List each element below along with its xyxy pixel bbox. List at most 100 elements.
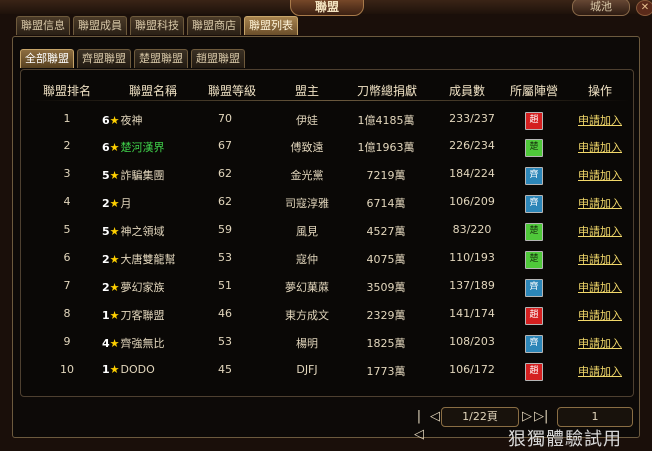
donation-cell: 4527萬 [366, 225, 406, 238]
join-link[interactable]: 申請加入 [570, 167, 630, 183]
faction-badge-icon: 楚 [525, 223, 543, 241]
header-divider [30, 100, 630, 101]
faction-badge-icon: 齊 [525, 195, 543, 213]
table-row: 3 5★詐騙集團 62 金光黨 7219萬 184/224 齊 申請加入 [22, 161, 632, 187]
donation-cell: 7219萬 [366, 169, 406, 182]
alliance-star-level: 1 [102, 309, 110, 322]
rank-cell: 10 [60, 363, 74, 376]
star-icon: ★ [109, 225, 120, 238]
name-cell: 6★夜神 [102, 112, 202, 128]
join-link[interactable]: 申請加入 [570, 363, 630, 379]
window-title: 聯盟 [290, 0, 364, 16]
join-link[interactable]: 申請加入 [570, 335, 630, 351]
star-icon: ★ [109, 169, 120, 182]
main-tabs: 聯盟信息 聯盟成員 聯盟科技 聯盟商店 聯盟列表 [16, 16, 298, 36]
join-link[interactable]: 申請加入 [570, 307, 630, 323]
alliance-name: 楚河漢界 [120, 141, 165, 154]
rank-cell: 3 [63, 167, 71, 180]
table-row: 9 4★齊強無比 53 楊明 1825萬 108/203 齊 申請加入 [22, 329, 632, 355]
members-cell: 83/220 [452, 223, 492, 236]
star-icon: ★ [109, 337, 120, 350]
rank-cell: 5 [63, 223, 71, 236]
leader-cell: 金光黨 [290, 169, 324, 182]
alliance-name: 齊強無比 [120, 337, 165, 350]
donation-cell: 4075萬 [366, 253, 406, 266]
level-cell: 53 [218, 251, 232, 264]
tab-alliance-members[interactable]: 聯盟成員 [73, 16, 127, 35]
table-row: 8 1★刀客聯盟 46 東方成文 2329萬 141/174 趙 申請加入 [22, 301, 632, 327]
faction-cell: 楚 [519, 223, 549, 241]
alliance-star-level: 6 [102, 141, 110, 154]
city-button[interactable]: 城池 [572, 0, 630, 16]
faction-badge-icon: 趙 [525, 112, 543, 130]
faction-badge-icon: 楚 [525, 139, 543, 157]
members-cell: 233/237 [449, 112, 495, 125]
alliance-star-level: 5 [102, 169, 110, 182]
rank-cell: 7 [63, 279, 71, 292]
page-number-input[interactable]: 1 [557, 407, 633, 427]
faction-badge-icon: 齊 [525, 279, 543, 297]
alliance-name: 詐騙集團 [120, 169, 165, 182]
faction-cell: 趙 [519, 112, 549, 130]
faction-cell: 趙 [519, 307, 549, 325]
first-page-icon[interactable]: |◁ [412, 408, 426, 442]
alliance-star-level: 5 [102, 225, 110, 238]
leader-cell: 傅致遠 [290, 141, 324, 154]
next-page-icon[interactable]: ▷ [520, 408, 534, 426]
star-icon: ★ [109, 309, 120, 322]
tab-alliance-info[interactable]: 聯盟信息 [16, 16, 70, 35]
donation-cell: 3509萬 [366, 281, 406, 294]
faction-cell: 齊 [519, 195, 549, 213]
table-row: 7 2★夢幻家族 51 夢幻菓蔴 3509萬 137/189 齊 申請加入 [22, 273, 632, 299]
leader-cell: 東方成文 [285, 309, 329, 322]
tab-alliance-tech[interactable]: 聯盟科技 [130, 16, 184, 35]
tab-all-alliances[interactable]: 全部聯盟 [20, 49, 74, 68]
donation-cell: 2329萬 [366, 309, 406, 322]
table-row: 4 2★月 62 司寇淳雅 6714萬 106/209 齊 申請加入 [22, 189, 632, 215]
level-cell: 59 [218, 223, 232, 236]
leader-cell: 楊明 [296, 337, 318, 350]
name-cell: 2★夢幻家族 [102, 279, 202, 295]
alliance-star-level: 4 [102, 337, 110, 350]
prev-page-icon[interactable]: ◁ [428, 408, 442, 426]
level-cell: 53 [218, 335, 232, 348]
name-cell: 1★DODO [102, 363, 202, 376]
faction-tabs: 全部聯盟 齊盟聯盟 楚盟聯盟 趙盟聯盟 [20, 49, 245, 69]
name-cell: 5★詐騙集團 [102, 167, 202, 183]
join-link[interactable]: 申請加入 [570, 279, 630, 295]
tab-chu-alliances[interactable]: 楚盟聯盟 [134, 49, 188, 68]
faction-cell: 齊 [519, 167, 549, 185]
alliance-star-level: 1 [102, 363, 110, 376]
alliance-name: 夜神 [120, 114, 143, 127]
alliance-name: 夢幻家族 [120, 281, 165, 294]
name-cell: 6★楚河漢界 [102, 139, 202, 155]
tab-zhao-alliances[interactable]: 趙盟聯盟 [191, 49, 245, 68]
faction-badge-icon: 楚 [525, 251, 543, 269]
tab-alliance-shop[interactable]: 聯盟商店 [187, 16, 241, 35]
join-link[interactable]: 申請加入 [570, 139, 630, 155]
last-page-icon[interactable]: ▷| [534, 408, 548, 426]
star-icon: ★ [109, 197, 120, 210]
join-link[interactable]: 申請加入 [570, 112, 630, 128]
leader-cell: 風見 [296, 225, 318, 238]
faction-badge-icon: 齊 [525, 167, 543, 185]
leader-cell: 伊娃 [296, 114, 318, 127]
name-cell: 5★神之領域 [102, 223, 202, 239]
table-row: 5 5★神之領域 59 風見 4527萬 83/220 楚 申請加入 [22, 217, 632, 243]
tab-qi-alliances[interactable]: 齊盟聯盟 [77, 49, 131, 68]
star-icon: ★ [109, 281, 120, 294]
join-link[interactable]: 申請加入 [570, 223, 630, 239]
leader-cell: 夢幻菓蔴 [285, 281, 329, 294]
level-cell: 46 [218, 307, 232, 320]
alliance-name: 大唐雙龍幫 [120, 253, 176, 266]
join-link[interactable]: 申請加入 [570, 195, 630, 211]
name-cell: 2★大唐雙龍幫 [102, 251, 202, 267]
faction-cell: 楚 [519, 251, 549, 269]
page-indicator: 1/22頁 [441, 407, 519, 427]
faction-cell: 楚 [519, 139, 549, 157]
join-link[interactable]: 申請加入 [570, 251, 630, 267]
alliance-name: DODO [120, 363, 155, 376]
close-icon[interactable]: ✕ [636, 0, 652, 16]
tab-alliance-list[interactable]: 聯盟列表 [244, 16, 298, 35]
faction-cell: 齊 [519, 279, 549, 297]
